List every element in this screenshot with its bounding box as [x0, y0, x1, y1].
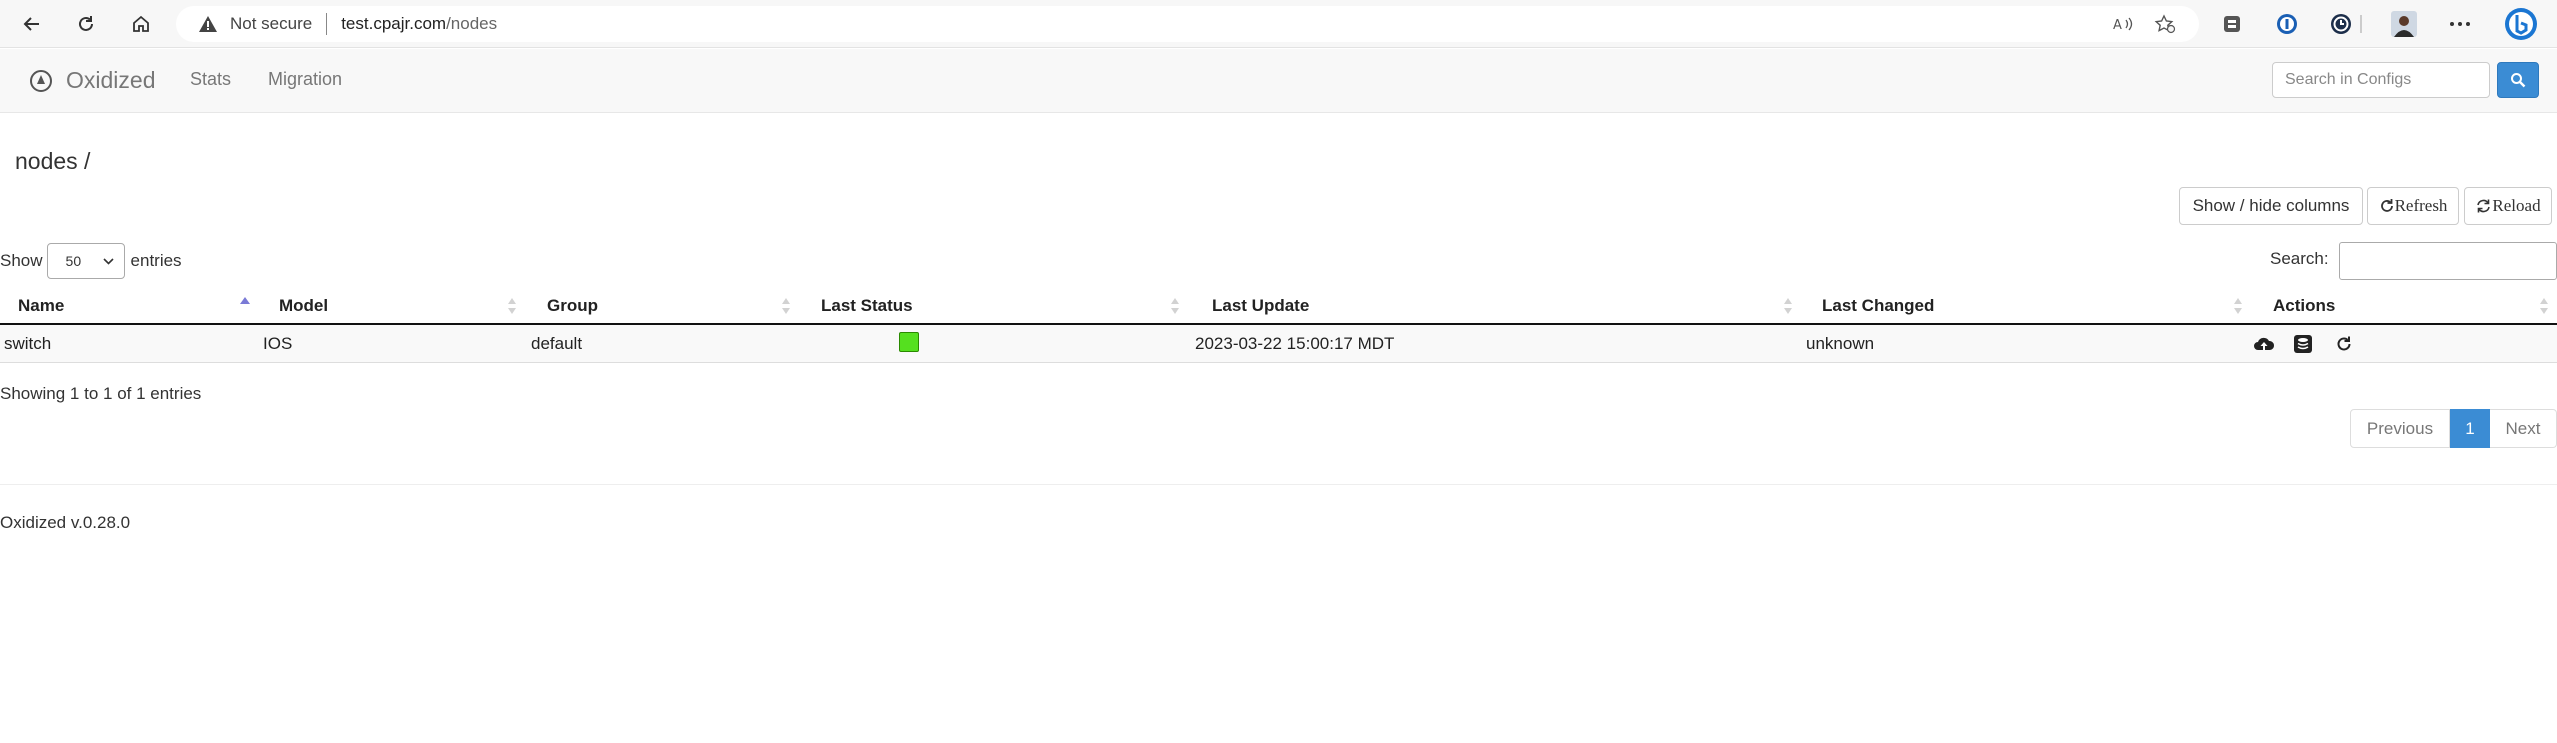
brand-name: Oxidized [66, 67, 156, 93]
favorite-star-icon[interactable] [2150, 12, 2180, 36]
entries-per-page-select[interactable]: 50 [46, 243, 125, 279]
page-title: nodes / [15, 148, 91, 174]
url-path: /nodes [446, 14, 498, 33]
collections-icon[interactable] [2219, 11, 2245, 37]
length-prefix: Show [0, 251, 43, 270]
cell-name: switch [4, 325, 51, 363]
profile-avatar[interactable] [2391, 11, 2417, 37]
url-text: test.cpajr.com/nodes [341, 14, 497, 34]
cell-group: default [531, 334, 583, 353]
nav-link-migration[interactable]: Migration [268, 69, 342, 90]
cloud-upload-icon[interactable] [2253, 333, 2275, 355]
pagination: Previous 1 Next [2350, 409, 2557, 448]
sort-both-icon [2540, 298, 2548, 314]
reload-button[interactable]: Reload [2464, 187, 2552, 225]
nav-link-stats[interactable]: Stats [190, 69, 231, 90]
security-label: Not secure [230, 14, 313, 33]
column-header-last-update[interactable]: Last Update [1212, 288, 1309, 323]
refresh-label: Refresh [2394, 196, 2448, 215]
read-aloud-icon[interactable]: A [2108, 12, 2138, 36]
node-name-link[interactable]: switch [4, 334, 51, 354]
table-search-label: Search: [2270, 249, 2329, 268]
chevron-down-icon [102, 257, 114, 265]
sort-ascending-icon [240, 297, 250, 304]
sort-both-icon [782, 298, 790, 314]
table-info: Showing 1 to 1 of 1 entries [0, 384, 202, 403]
footer-divider [0, 484, 2557, 485]
reload-icon [2477, 199, 2491, 213]
footer-version: Oxidized v.0.28.0 [0, 513, 131, 532]
back-arrow-icon[interactable] [14, 6, 50, 42]
database-icon[interactable] [2292, 333, 2314, 355]
column-header-actions[interactable]: Actions [2273, 288, 2335, 323]
entries-per-page-value: 50 [65, 253, 82, 269]
page-1-button[interactable]: 1 [2450, 409, 2490, 448]
more-options-icon[interactable] [2447, 11, 2473, 37]
column-header-name[interactable]: Name [18, 288, 64, 323]
refresh-icon [2380, 199, 2393, 212]
browser-toolbar: Not secure test.cpajr.com/nodes A [0, 0, 2557, 48]
home-icon[interactable] [123, 6, 159, 42]
previous-page-button[interactable]: Previous [2350, 409, 2450, 448]
svg-text:A: A [2113, 18, 2122, 33]
app-navbar: Oxidized Stats Migration [0, 49, 2557, 113]
show-hide-columns-button[interactable]: Show / hide columns [2179, 187, 2363, 225]
search-icon [2511, 73, 2526, 88]
column-header-last-changed[interactable]: Last Changed [1822, 288, 1934, 323]
status-success-indicator [899, 332, 919, 352]
toolbar-divider [2360, 15, 2362, 33]
length-suffix: entries [130, 251, 182, 270]
sort-both-icon [508, 298, 516, 314]
extension-clock-icon[interactable] [2328, 11, 2354, 37]
cell-last-update: 2023-03-22 15:00:17 MDT [1195, 334, 1395, 353]
table-search-input[interactable] [2339, 242, 2557, 280]
column-header-last-status[interactable]: Last Status [821, 288, 913, 323]
bing-chat-icon[interactable] [2503, 6, 2539, 42]
refresh-button[interactable]: Refresh [2367, 187, 2459, 225]
column-header-group[interactable]: Group [547, 288, 598, 323]
sort-both-icon [1171, 298, 1179, 314]
cell-last-changed: unknown [1806, 334, 1875, 353]
search-button[interactable] [2497, 62, 2539, 98]
url-host: test.cpajr.com [341, 14, 447, 33]
warning-icon [198, 13, 220, 35]
entries-length-control: Show 50 entries [0, 243, 182, 279]
address-divider [326, 13, 328, 35]
column-header-model[interactable]: Model [279, 288, 328, 323]
address-bar[interactable]: Not secure test.cpajr.com/nodes A [176, 6, 2199, 42]
oxidized-logo-icon [30, 69, 52, 92]
reload-label: Reload [2492, 196, 2541, 215]
table-row: switch IOS default 2023-03-22 15:00:17 M… [0, 325, 2557, 363]
brand[interactable]: Oxidized [28, 67, 155, 94]
table-header: Name Model Group Last Status Last Update… [0, 288, 2557, 325]
reload-page-icon[interactable] [68, 6, 104, 42]
config-search-input[interactable] [2272, 62, 2490, 98]
sort-both-icon [1784, 298, 1792, 314]
sort-both-icon [2234, 298, 2242, 314]
cell-model: IOS [263, 334, 293, 353]
password-manager-icon[interactable] [2274, 11, 2300, 37]
next-page-button[interactable]: Next [2490, 409, 2557, 448]
refresh-node-icon[interactable] [2333, 333, 2355, 355]
